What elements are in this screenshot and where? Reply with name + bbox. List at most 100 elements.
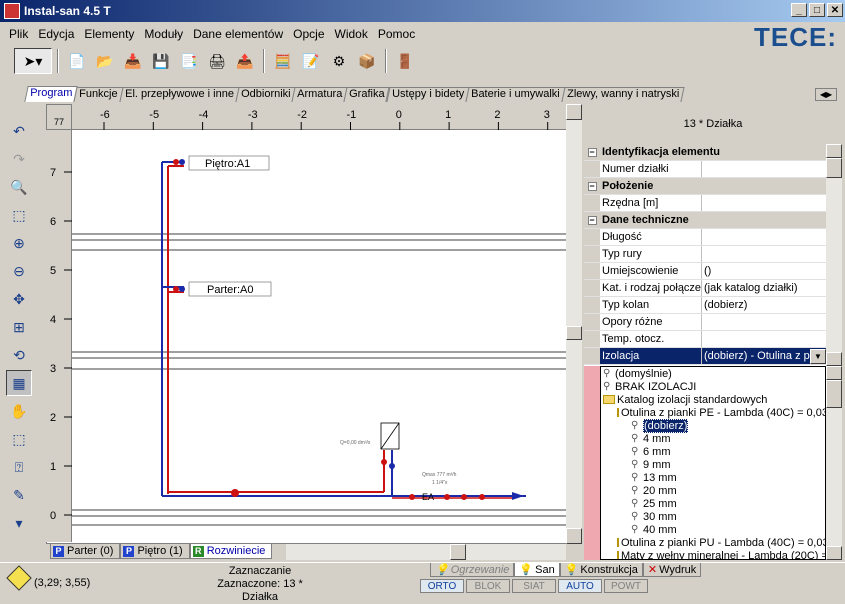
row-typ-kolan[interactable]: Typ kolan (dobierz) (584, 297, 826, 314)
edit-data-icon[interactable]: 📝 (298, 48, 324, 74)
close-button[interactable]: ✕ (827, 3, 843, 17)
export-icon[interactable]: 📤 (232, 48, 258, 74)
row-izolacja[interactable]: Izolacja (dobierz) - Otulina z p ▼ (584, 348, 826, 365)
import-icon[interactable]: 📥 (120, 48, 146, 74)
siat-button[interactable]: SIAT (512, 579, 556, 593)
powt-button[interactable]: POWT (604, 579, 648, 593)
row-typ-rury[interactable]: Typ rury (584, 246, 826, 263)
dropdown-arrow-icon[interactable]: ▼ (810, 348, 826, 364)
tree-item[interactable]: Katalog izolacji standardowych (601, 393, 825, 406)
zoom-all-icon[interactable]: ✥ (6, 286, 32, 312)
tree-item[interactable]: ⚲ 20 mm (601, 484, 825, 497)
insulation-tree-dropdown[interactable]: ⚲ (domyślnie) ⚲ BRAK IZOLACJI Katalog izolac… (600, 366, 826, 560)
scroll-up-arrow[interactable] (566, 104, 582, 120)
tab-el-przeplywowe[interactable]: El. przepływowe i inne (119, 87, 240, 102)
tree-item[interactable]: Maty z wełny mineralnej - Lambda (20C) =… (601, 549, 825, 559)
izolacja-select[interactable]: (dobierz) - Otulina z p ▼ (702, 348, 826, 364)
row-rzedna[interactable]: Rzędna [m] (584, 195, 826, 212)
minimize-button[interactable]: _ (791, 3, 807, 17)
tree-item[interactable]: ⚲ 40 mm (601, 523, 825, 536)
category-dane-techniczne[interactable]: − Dane techniczne (584, 212, 826, 229)
mode-konstrukcja[interactable]: 💡 Konstrukcja (559, 563, 643, 577)
tree-item[interactable]: ⚲ 13 mm (601, 471, 825, 484)
catalog-icon[interactable]: 📦 (354, 48, 380, 74)
mode-ogrzewanie[interactable]: 💡 Ogrzewanie (430, 563, 515, 577)
canvas-vertical-scrollbar[interactable] (566, 104, 582, 544)
menu-dane-elementow[interactable]: Dane elementów (188, 25, 288, 43)
tree-item[interactable]: ⚲ (dobierz) (601, 418, 825, 433)
category-polozenie[interactable]: − Położenie (584, 178, 826, 195)
sheet-tab-rozwiniecie[interactable]: R Rozwiniecie (189, 544, 273, 559)
select-arrow-button[interactable]: ➤▾ (14, 48, 52, 74)
save-icon[interactable]: 💾 (148, 48, 174, 74)
zoom-in-icon[interactable]: 🔍 (6, 174, 32, 200)
vertical-scroll-thumb[interactable] (566, 326, 582, 340)
menu-plik[interactable]: Plik (4, 25, 33, 43)
canvas-horizontal-scrollbar[interactable] (286, 544, 566, 560)
tree-scrollbar[interactable] (826, 366, 842, 560)
zoom-out-icon[interactable]: ⊖ (6, 258, 32, 284)
exit-icon[interactable]: 🚪 (392, 48, 418, 74)
menu-pomoc[interactable]: Pomoc (373, 25, 420, 43)
calculator-icon[interactable]: 🧮 (270, 48, 296, 74)
zoom-previous-icon[interactable]: ⟲ (6, 342, 32, 368)
tab-grafika[interactable]: Grafika (343, 87, 391, 102)
select-query-icon[interactable]: ⍰ (6, 454, 32, 480)
label-parter-a0[interactable]: Parter:A0 (207, 284, 253, 296)
row-temp[interactable]: Temp. otocz. (584, 331, 826, 348)
undo-icon[interactable]: ↶ (6, 118, 32, 144)
category-ident[interactable]: − Identyfikacja elementu (584, 144, 826, 161)
pan-hand-icon[interactable]: ✋ (6, 398, 32, 424)
tab-program[interactable]: Program (24, 86, 78, 102)
mode-san[interactable]: 💡 San (514, 563, 560, 577)
blok-button[interactable]: BLOK (466, 579, 510, 593)
menu-edycja[interactable]: Edycja (33, 25, 79, 43)
tab-armatura[interactable]: Armatura (291, 87, 348, 102)
mode-wydruk[interactable]: ✕ Wydruk (642, 563, 702, 577)
orto-button[interactable]: ORTO (420, 579, 464, 593)
scroll-down-arrow[interactable] (566, 528, 582, 544)
tab-scroll-arrows[interactable]: ◀▶ (815, 88, 837, 101)
property-grid-scrollbar[interactable] (826, 144, 842, 366)
tab-odbiorniki[interactable]: Odbiorniki (234, 87, 296, 102)
horizontal-scroll-thumb[interactable] (450, 544, 466, 560)
tree-item[interactable]: ⚲ 25 mm (601, 497, 825, 510)
zoom-plus-icon[interactable]: ⊕ (6, 230, 32, 256)
menu-widok[interactable]: Widok (330, 25, 373, 43)
sheet-tab-pietro[interactable]: P Piętro (1) (120, 544, 190, 559)
tab-funkcje[interactable]: Funkcje (73, 87, 124, 102)
settings-icon[interactable]: ⚙ (326, 48, 352, 74)
row-numer-dzialki[interactable]: Numer działki (584, 161, 826, 178)
row-umiejscowienie[interactable]: Umiejscowienie() (584, 263, 826, 280)
maximize-button[interactable]: □ (809, 3, 825, 17)
redo-icon[interactable]: ↷ (6, 146, 32, 172)
row-kat-rodzaj[interactable]: Kat. i rodzaj połącze (jak katalog działk… (584, 280, 826, 297)
tab-baterie[interactable]: Baterie i umywalki (465, 87, 566, 102)
new-file-icon[interactable]: 📄 (64, 48, 90, 74)
label-pietro-a1[interactable]: Piętro:A1 (205, 158, 250, 170)
row-opory[interactable]: Opory różne (584, 314, 826, 331)
tree-item[interactable]: ⚲ 4 mm (601, 432, 825, 445)
copy-icon[interactable]: 📑 (176, 48, 202, 74)
print-icon[interactable]: 🖨 (204, 48, 230, 74)
more-tools-icon[interactable]: ▾ (6, 510, 32, 536)
tree-item[interactable]: ⚲ BRAK IZOLACJI (601, 380, 825, 393)
tree-item[interactable]: ⚲ (domyślnie) (601, 367, 825, 380)
pipe-drawing[interactable]: EA Q=0,00 dm³/s Qmax 777 m³/h 1 1/4"x Pi… (72, 130, 566, 542)
tree-item[interactable]: ⚲ 30 mm (601, 510, 825, 523)
auto-button[interactable]: AUTO (558, 579, 602, 593)
tree-item[interactable]: Otulina z pianki PU - Lambda (40C) = 0,0… (601, 536, 825, 549)
menu-elementy[interactable]: Elementy (79, 25, 139, 43)
select-rect-icon[interactable]: ⬚ (6, 426, 32, 452)
menu-opcje[interactable]: Opcje (288, 25, 329, 43)
menu-moduly[interactable]: Moduły (139, 25, 188, 43)
properties-view-icon[interactable]: ▦ (6, 370, 32, 396)
open-file-icon[interactable]: 📂 (92, 48, 118, 74)
pencil-icon[interactable]: ✎ (6, 482, 32, 508)
tab-ustepy[interactable]: Ustępy i bidety (386, 87, 470, 102)
zoom-window-icon[interactable]: ⬚ (6, 202, 32, 228)
tree-item[interactable]: ⚲ 9 mm (601, 458, 825, 471)
sheet-tab-parter[interactable]: P Parter (0) (50, 544, 121, 559)
zoom-extents-icon[interactable]: ⊞ (6, 314, 32, 340)
tab-zlewy[interactable]: Zlewy, wanny i natryski (561, 87, 685, 102)
